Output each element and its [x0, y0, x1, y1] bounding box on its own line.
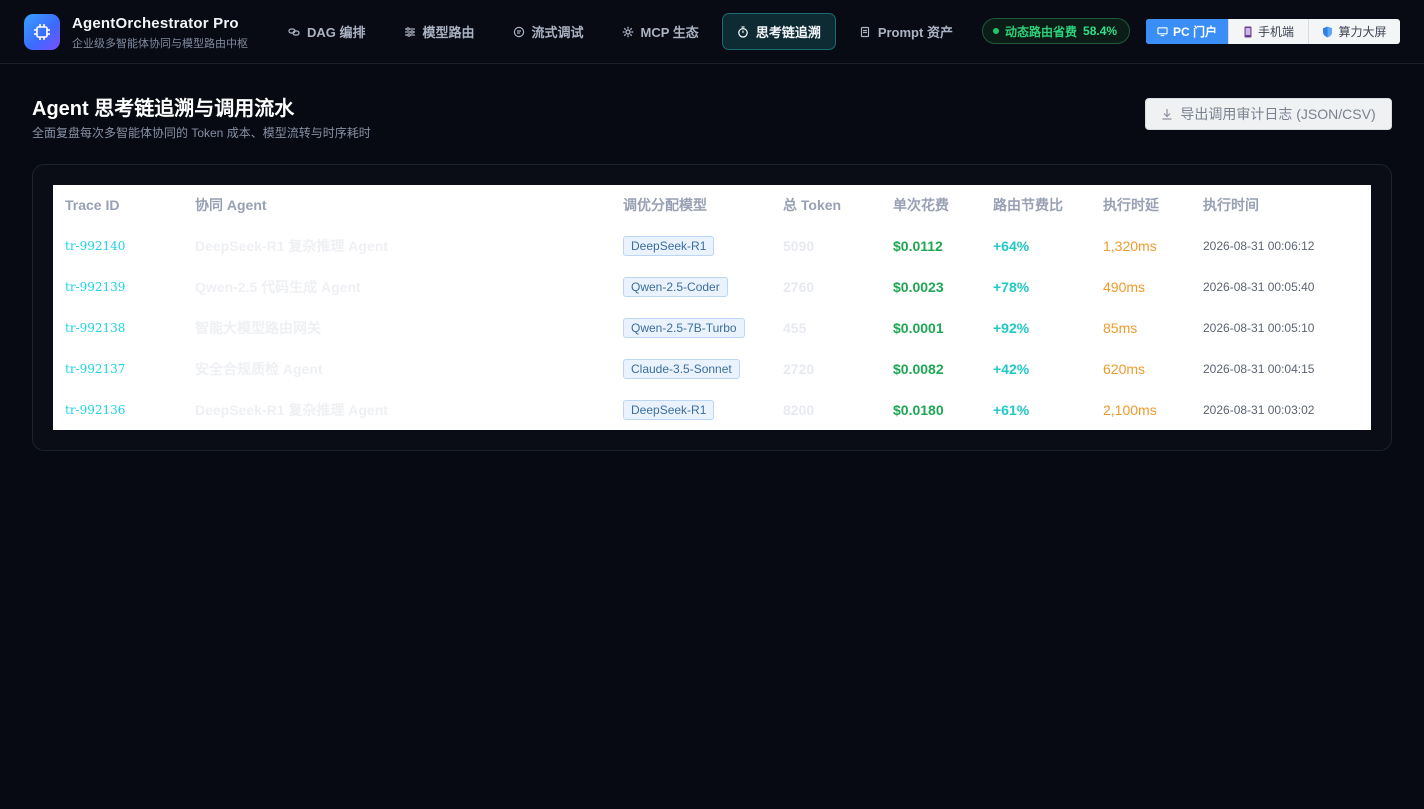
trace-card: Trace ID 协同 Agent 调优分配模型 总 Token 单次花费 路由…	[32, 164, 1392, 451]
exec-time: 2026-08-31 00:06:12	[1203, 238, 1315, 253]
view-label: PC 门户	[1172, 25, 1217, 39]
agent-name: DeepSeek-R1 复杂推理 Agent	[195, 237, 388, 254]
savings-ratio: +92%	[993, 319, 1030, 336]
main-nav: DAG 编排 模型路由 流式调试 MCP 生态 思考链追溯 Prompt 资产	[273, 13, 976, 50]
token-count: 455	[783, 319, 807, 336]
monitor-icon	[1157, 27, 1168, 37]
cost-value: $0.0023	[893, 278, 944, 295]
chip-icon[interactable]	[24, 14, 60, 50]
stopwatch-icon	[738, 25, 748, 38]
trace-table-container: Trace ID 协同 Agent 调优分配模型 总 Token 单次花费 路由…	[53, 185, 1371, 430]
nav-label: Prompt 资产	[877, 25, 953, 40]
view-pc-portal[interactable]: PC 门户	[1146, 19, 1229, 44]
model-tag: Qwen-2.5-Coder	[623, 276, 728, 297]
nav-label: MCP 生态	[640, 25, 699, 40]
savings-label: 动态路由省费	[1005, 24, 1078, 39]
latency-value: 490ms	[1103, 278, 1146, 295]
sliders-icon	[404, 26, 415, 37]
table-header-row: Trace ID 协同 Agent 调优分配模型 总 Token 单次花费 路由…	[53, 185, 1371, 225]
nav-dag[interactable]: DAG 编排	[273, 13, 381, 50]
exec-time: 2026-08-31 00:05:40	[1203, 279, 1315, 294]
view-mobile[interactable]: 手机端	[1229, 19, 1309, 44]
model-tag: DeepSeek-R1	[623, 399, 715, 420]
cost-value: $0.0082	[893, 360, 944, 377]
phone-icon	[1244, 26, 1252, 37]
model-tag: DeepSeek-R1	[623, 235, 715, 256]
latency-value: 85ms	[1103, 319, 1138, 336]
trace-id-link[interactable]: tr-992137	[53, 348, 183, 389]
trace-id-link[interactable]: tr-992140	[53, 225, 183, 266]
shield-icon	[1323, 26, 1333, 37]
nav-label: 模型路由	[422, 25, 475, 40]
model-tag: Claude-3.5-Sonnet	[623, 358, 740, 379]
download-icon	[1162, 109, 1172, 120]
latency-value: 2,100ms	[1103, 401, 1157, 418]
cost-value: $0.0112	[893, 237, 943, 254]
col-header-exec-time[interactable]: 执行时间	[1191, 185, 1371, 225]
nav-label: 流式调试	[531, 25, 584, 40]
col-header-latency[interactable]: 执行时延	[1091, 185, 1191, 225]
col-header-trace-id[interactable]: Trace ID	[53, 185, 183, 225]
view-switcher: PC 门户 手机端 算力大屏	[1146, 19, 1400, 44]
savings-ratio: +42%	[993, 360, 1030, 377]
table-row[interactable]: tr-992138 智能大模型路由网关 Qwen-2.5-7B-Turbo 45…	[53, 307, 1371, 348]
trace-id-link[interactable]: tr-992138	[53, 307, 183, 348]
nav-prompt-assets[interactable]: Prompt 资产	[844, 13, 968, 50]
nav-stream-debug[interactable]: 流式调试	[498, 13, 599, 50]
token-count: 2720	[783, 360, 815, 377]
latency-value: 620ms	[1103, 360, 1146, 377]
token-count: 2760	[783, 278, 815, 295]
trace-id-link[interactable]: tr-992139	[53, 266, 183, 307]
savings-value: 58.4%	[1083, 24, 1118, 38]
exec-time: 2026-08-31 00:05:10	[1203, 320, 1315, 335]
trace-table: Trace ID 协同 Agent 调优分配模型 总 Token 单次花费 路由…	[53, 185, 1371, 430]
savings-ratio: +64%	[993, 237, 1030, 254]
table-row[interactable]: tr-992140 DeepSeek-R1 复杂推理 Agent DeepSee…	[53, 225, 1371, 266]
latency-value: 1,320ms	[1103, 237, 1157, 254]
table-row[interactable]: tr-992136 DeepSeek-R1 复杂推理 Agent DeepSee…	[53, 389, 1371, 430]
view-compute-dashboard[interactable]: 算力大屏	[1309, 19, 1400, 44]
gear-icon	[622, 26, 633, 37]
view-label: 手机端	[1257, 25, 1294, 39]
app-subtitle: 企业级多智能体协同与模型路由中枢	[72, 38, 248, 50]
agent-name: 安全合规质检 Agent	[195, 360, 323, 377]
col-header-cost[interactable]: 单次花费	[881, 185, 981, 225]
col-header-agent[interactable]: 协同 Agent	[183, 185, 611, 225]
exec-time: 2026-08-31 00:03:02	[1203, 402, 1315, 417]
agent-name: DeepSeek-R1 复杂推理 Agent	[195, 401, 388, 418]
nav-label: 思考链追溯	[755, 25, 821, 40]
table-row[interactable]: tr-992139 Qwen-2.5 代码生成 Agent Qwen-2.5-C…	[53, 266, 1371, 307]
status-dot-icon	[993, 28, 999, 34]
table-row[interactable]: tr-992137 安全合规质检 Agent Claude-3.5-Sonnet…	[53, 348, 1371, 389]
link-icon	[288, 27, 300, 36]
model-tag: Qwen-2.5-7B-Turbo	[623, 317, 745, 338]
nav-mcp[interactable]: MCP 生态	[607, 13, 714, 50]
top-bar: AgentOrchestrator Pro 企业级多智能体协同与模型路由中枢 D…	[0, 0, 1424, 64]
col-header-tokens[interactable]: 总 Token	[771, 185, 881, 225]
savings-ratio: +61%	[993, 401, 1030, 418]
col-header-savings-ratio[interactable]: 路由节费比	[981, 185, 1091, 225]
export-label: 导出调用审计日志 (JSON/CSV)	[1180, 106, 1376, 122]
app-title: AgentOrchestrator Pro	[72, 15, 239, 32]
export-audit-log-button[interactable]: 导出调用审计日志 (JSON/CSV)	[1145, 98, 1392, 130]
agent-name: Qwen-2.5 代码生成 Agent	[195, 278, 361, 295]
col-header-model[interactable]: 调优分配模型	[611, 185, 771, 225]
cost-value: $0.0001	[893, 319, 944, 336]
token-count: 5090	[783, 237, 815, 254]
nav-label: DAG 编排	[307, 25, 366, 40]
trace-id-link[interactable]: tr-992136	[53, 389, 183, 430]
nav-trace[interactable]: 思考链追溯	[721, 13, 836, 50]
page-title: Agent 思考链追溯与调用流水	[32, 98, 295, 120]
savings-ratio: +78%	[993, 278, 1030, 295]
cost-value: $0.0180	[893, 401, 944, 418]
chat-icon	[513, 26, 524, 37]
document-icon	[860, 26, 869, 37]
agent-name: 智能大模型路由网关	[195, 319, 321, 336]
routing-savings-badge: 动态路由省费 58.4%	[982, 18, 1130, 44]
page-subtitle: 全面复盘每次多智能体协同的 Token 成本、模型流转与时序耗时	[32, 126, 371, 140]
view-label: 算力大屏	[1338, 25, 1387, 39]
token-count: 8200	[783, 401, 815, 418]
exec-time: 2026-08-31 00:04:15	[1203, 361, 1315, 376]
nav-model-routing[interactable]: 模型路由	[389, 13, 490, 50]
